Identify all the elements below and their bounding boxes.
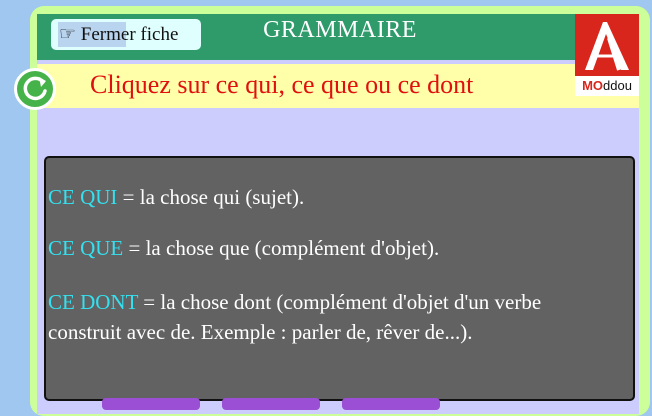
moddou-logo[interactable]: MOddou	[575, 14, 639, 96]
pointing-hand-icon: ☞	[59, 24, 77, 45]
definition-ce-qui: CE QUI = la chose qui (sujet).	[48, 182, 304, 212]
definition-text: = la chose que (complément d'objet).	[123, 236, 440, 260]
definitions-panel: CE QUI = la chose qui (sujet). CE QUE = …	[44, 156, 635, 401]
definition-term: CE QUI	[48, 185, 118, 209]
logo-label-rest: ddou	[603, 78, 632, 93]
refresh-button[interactable]	[14, 68, 56, 110]
close-sheet-label: Fermer fiche	[80, 24, 179, 45]
definition-term: CE DONT	[48, 290, 139, 314]
page-title: GRAMMAIRE	[263, 17, 417, 43]
logo-label: MOddou	[575, 76, 639, 96]
answer-button[interactable]	[102, 398, 200, 410]
definition-ce-dont-continued: construit avec de. Exemple : parler de, …	[48, 317, 472, 347]
logo-label-bold: MO	[582, 78, 604, 93]
refresh-icon	[23, 76, 47, 101]
definition-text: construit avec de. Exemple : parler de, …	[48, 320, 473, 344]
definition-text: = la chose dont (complément d'objet d'un…	[138, 290, 542, 314]
definition-ce-que: CE QUE = la chose que (complément d'obje…	[48, 233, 439, 263]
answer-button[interactable]	[342, 398, 440, 410]
instruction-text: Cliquez sur ce qui, ce que ou ce dont	[90, 70, 474, 99]
definition-term: CE QUE	[48, 236, 124, 260]
definition-ce-dont: CE DONT = la chose dont (complément d'ob…	[48, 287, 541, 317]
close-sheet-button[interactable]: ☞ Fermer fiche	[51, 19, 201, 50]
logo-mark-icon	[585, 22, 629, 71]
answer-button[interactable]	[222, 398, 320, 410]
definition-text: = la chose qui (sujet).	[117, 185, 305, 209]
